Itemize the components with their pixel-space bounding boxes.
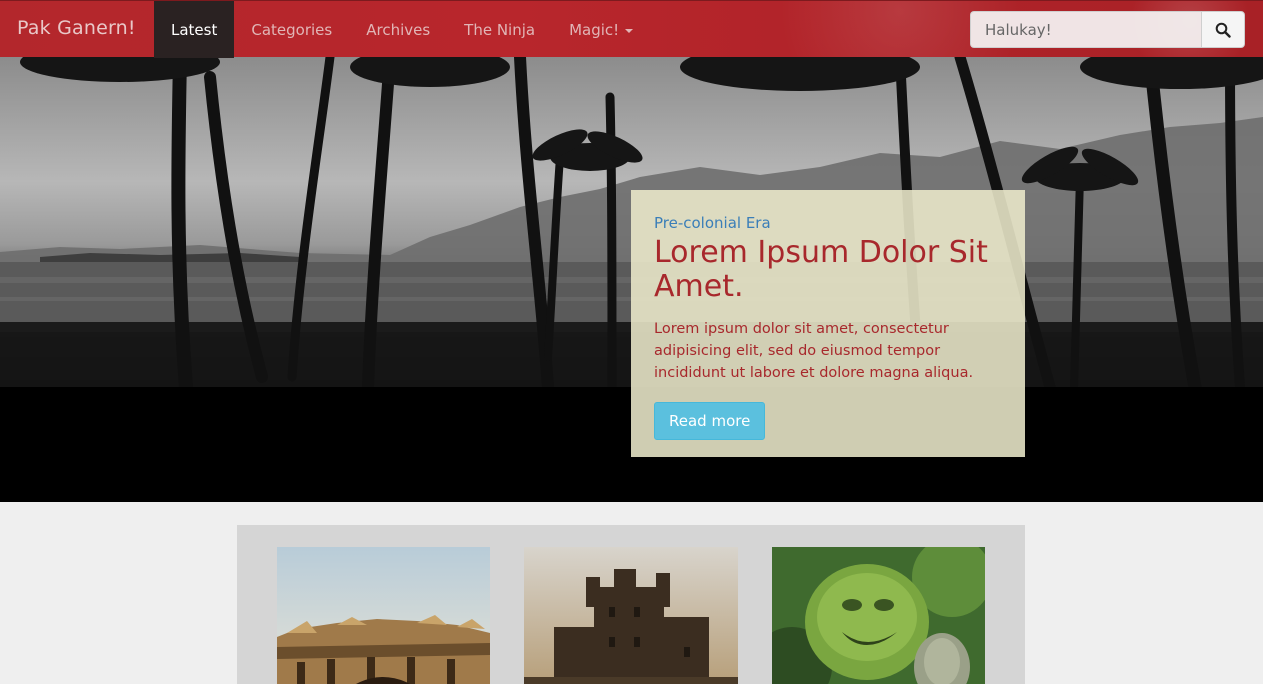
search-button[interactable] bbox=[1201, 11, 1245, 48]
nav-item-the-ninja[interactable]: The Ninja bbox=[447, 1, 552, 58]
nav-item-latest[interactable]: Latest bbox=[154, 1, 235, 58]
brand-logo[interactable]: Pak Ganern! bbox=[17, 17, 136, 39]
search-icon bbox=[1215, 22, 1231, 38]
thumbnail-stone-castle[interactable] bbox=[524, 547, 738, 684]
thumbnail-moss-statue[interactable] bbox=[772, 547, 985, 684]
post-category-link[interactable]: Pre-colonial Era bbox=[654, 214, 1003, 232]
post-title[interactable]: Lorem Ipsum Dolor Sit Amet. bbox=[654, 236, 1003, 304]
nav-item-categories[interactable]: Categories bbox=[234, 1, 349, 58]
building-facade-image bbox=[277, 547, 490, 684]
hero-banner: Pre-colonial Era Lorem Ipsum Dolor Sit A… bbox=[0, 57, 1263, 502]
thumbnail-gallery bbox=[237, 525, 1025, 684]
post-excerpt: Lorem ipsum dolor sit amet, consectetur … bbox=[654, 321, 974, 381]
moss-statue-image bbox=[772, 547, 985, 684]
read-more-button[interactable]: Read more bbox=[654, 402, 766, 440]
search-form bbox=[970, 11, 1245, 48]
featured-post-card: Pre-colonial Era Lorem Ipsum Dolor Sit A… bbox=[631, 190, 1025, 457]
search-input[interactable] bbox=[970, 11, 1201, 48]
navbar: Pak Ganern! Latest Categories Archives T… bbox=[0, 0, 1263, 58]
nav-menu: Latest Categories Archives The Ninja Mag… bbox=[154, 1, 650, 58]
nav-item-magic-label: Magic! bbox=[569, 20, 620, 39]
castle-image bbox=[524, 547, 738, 684]
nav-item-archives[interactable]: Archives bbox=[349, 1, 447, 58]
nav-item-magic-dropdown[interactable]: Magic! bbox=[552, 1, 650, 58]
caret-down-icon bbox=[625, 29, 634, 33]
thumbnail-ornate-building[interactable] bbox=[277, 547, 490, 684]
